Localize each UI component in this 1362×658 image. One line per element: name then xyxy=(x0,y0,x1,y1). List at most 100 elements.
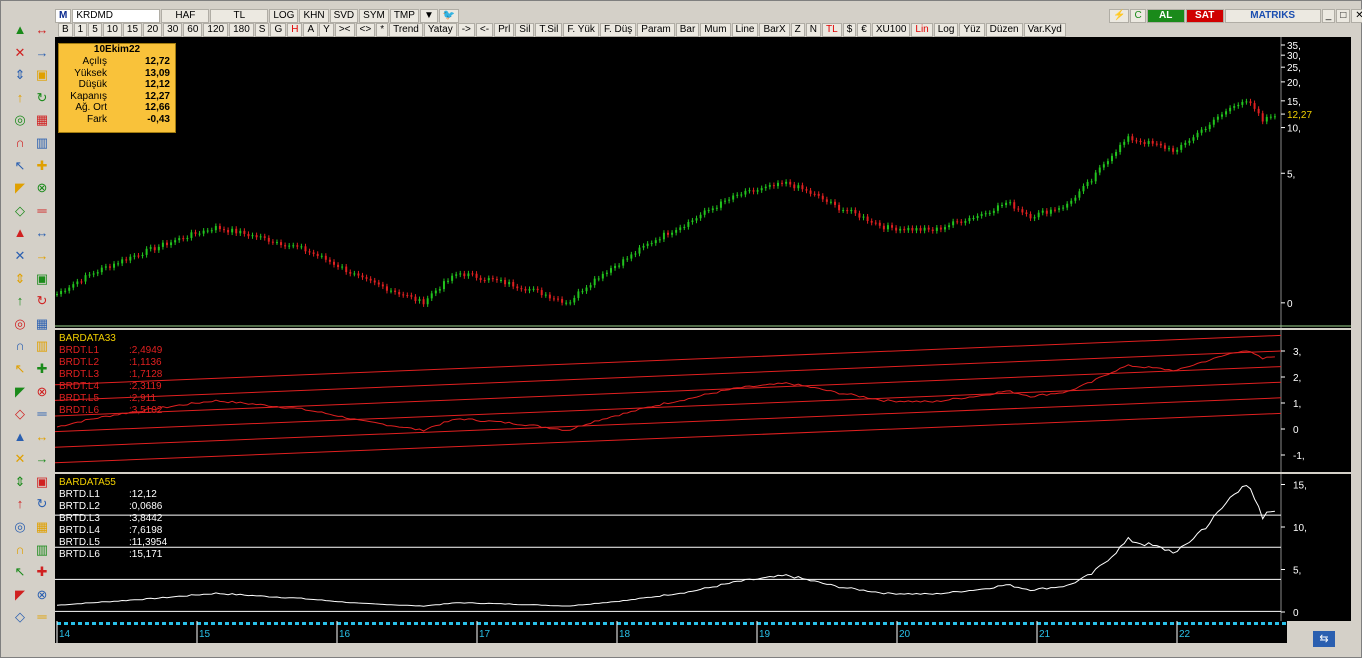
toolbar-button-15[interactable]: >< xyxy=(334,22,355,37)
tool-b-21-icon[interactable]: ↻ xyxy=(33,495,51,513)
toolbar-button-2[interactable]: 5 xyxy=(88,22,102,37)
toolbar-button-25[interactable]: F. Yük xyxy=(563,22,599,37)
twitter-icon[interactable]: 🐦 xyxy=(438,8,460,23)
toolbar-button-37[interactable]: XU100 xyxy=(871,22,911,37)
tool-a-4-icon[interactable]: ◎ xyxy=(11,111,29,129)
tool-a-19-icon[interactable]: ✕ xyxy=(11,450,29,468)
tool-b-16-icon[interactable]: ⊗ xyxy=(33,383,51,401)
tool-b-17-icon[interactable]: ═ xyxy=(33,405,51,423)
toolbar-button-16[interactable]: <> xyxy=(355,22,376,37)
toolbar-button-26[interactable]: F. Düş xyxy=(599,22,637,37)
tool-b-7-icon[interactable]: ⊗ xyxy=(33,179,51,197)
bardata55-panel[interactable]: 15, 10, 5, 0 xyxy=(55,474,1351,621)
toolbar-button-36[interactable]: € xyxy=(857,22,871,37)
toolbar-button-33[interactable]: N xyxy=(805,22,822,37)
tool-a-18-icon[interactable]: ▲ xyxy=(11,428,29,446)
tool-b-14-icon[interactable]: ▥ xyxy=(33,337,51,355)
tool-a-20-icon[interactable]: ⇕ xyxy=(11,473,29,491)
tool-a-16-icon[interactable]: ◤ xyxy=(11,383,29,401)
toolbar-button-14[interactable]: Y xyxy=(319,22,334,37)
tool-a-7-icon[interactable]: ◤ xyxy=(11,179,29,197)
dropdown-icon[interactable]: ▼ xyxy=(419,8,438,23)
toolbar-button-39[interactable]: Log xyxy=(933,22,959,37)
tool-b-13-icon[interactable]: ▦ xyxy=(33,315,51,333)
tool-b-4-icon[interactable]: ▦ xyxy=(33,111,51,129)
tool-a-9-icon[interactable]: ▲ xyxy=(11,224,29,242)
price-chart[interactable]: 35, 30, 25, 20, 15, 12,27 10, 5, 0 xyxy=(55,37,1351,328)
svd-button[interactable]: SVD xyxy=(329,8,359,23)
tool-a-5-icon[interactable]: ∩ xyxy=(11,134,29,152)
toolbar-button-18[interactable]: Trend xyxy=(389,22,423,37)
minimize-icon[interactable]: _ xyxy=(1321,9,1336,23)
toolbar-button-31[interactable]: BarX xyxy=(759,22,790,37)
toolbar-button-24[interactable]: T.Sil xyxy=(535,22,563,37)
symbol-field[interactable]: KRDMD xyxy=(72,8,161,23)
toolbar-button-17[interactable]: * xyxy=(376,22,389,37)
tool-b-8-icon[interactable]: ═ xyxy=(33,202,51,220)
toolbar-button-42[interactable]: Var.Kyd xyxy=(1023,22,1066,37)
tool-b-19-icon[interactable]: → xyxy=(33,450,51,468)
tool-a-22-icon[interactable]: ◎ xyxy=(11,518,29,536)
tool-a-25-icon[interactable]: ◤ xyxy=(11,586,29,604)
tool-b-26-icon[interactable]: ═ xyxy=(33,608,51,626)
toolbar-button-13[interactable]: A xyxy=(303,22,319,37)
tool-b-2-icon[interactable]: ▣ xyxy=(33,66,51,84)
tool-b-20-icon[interactable]: ▣ xyxy=(33,473,51,491)
sym-button[interactable]: SYM xyxy=(359,8,389,23)
toolbar-button-21[interactable]: <- xyxy=(475,22,494,37)
tool-a-11-icon[interactable]: ⇕ xyxy=(11,270,29,288)
toolbar-button-10[interactable]: S xyxy=(254,22,270,37)
tool-a-12-icon[interactable]: ↑ xyxy=(11,292,29,310)
tool-b-0-icon[interactable]: ↔ xyxy=(33,21,51,39)
period-button[interactable]: HAF xyxy=(161,8,210,23)
sell-button[interactable]: SAT xyxy=(1185,9,1224,23)
tool-b-12-icon[interactable]: ↻ xyxy=(33,292,51,310)
tool-a-13-icon[interactable]: ◎ xyxy=(11,315,29,333)
tool-b-9-icon[interactable]: ↔ xyxy=(33,224,51,242)
toolbar-button-22[interactable]: Prl xyxy=(494,22,515,37)
toolbar-button-12[interactable]: H xyxy=(287,22,303,37)
toolbar-button-1[interactable]: 1 xyxy=(73,22,88,37)
tool-a-1-icon[interactable]: ✕ xyxy=(11,44,29,62)
tool-b-10-icon[interactable]: → xyxy=(33,247,51,265)
tool-a-10-icon[interactable]: ✕ xyxy=(11,247,29,265)
khn-button[interactable]: KHN xyxy=(299,8,329,23)
lightning-icon[interactable]: ⚡ xyxy=(1109,9,1130,23)
toolbar-button-5[interactable]: 20 xyxy=(143,22,163,37)
toolbar-button-8[interactable]: 120 xyxy=(203,22,229,37)
maximize-icon[interactable]: □ xyxy=(1336,9,1351,23)
settings-icon[interactable]: ⇆ xyxy=(1313,631,1335,647)
tool-b-25-icon[interactable]: ⊗ xyxy=(33,586,51,604)
toolbar-button-20[interactable]: -> xyxy=(457,22,475,37)
toolbar-button-38[interactable]: Lin xyxy=(911,22,933,37)
toolbar-button-0[interactable]: B xyxy=(58,22,73,37)
toolbar-button-23[interactable]: Sil xyxy=(515,22,535,37)
toolbar-button-9[interactable]: 180 xyxy=(229,22,254,37)
tool-a-14-icon[interactable]: ∩ xyxy=(11,337,29,355)
toolbar-button-40[interactable]: Yüz xyxy=(959,22,985,37)
tool-b-18-icon[interactable]: ↔ xyxy=(33,428,51,446)
currency-button[interactable]: TL xyxy=(210,8,269,23)
toolbar-button-7[interactable]: 60 xyxy=(183,22,203,37)
bardata33-panel[interactable]: 3, 2, 1, 0 -1, xyxy=(54,330,1351,472)
tool-a-0-icon[interactable]: ▲ xyxy=(11,21,29,39)
toolbar-button-32[interactable]: Z xyxy=(790,22,805,37)
close-icon[interactable]: ✕ xyxy=(1351,9,1362,23)
refresh-icon[interactable]: C xyxy=(1130,9,1146,23)
tool-b-11-icon[interactable]: ▣ xyxy=(33,270,51,288)
tool-b-5-icon[interactable]: ▥ xyxy=(33,134,51,152)
tool-a-26-icon[interactable]: ◇ xyxy=(11,608,29,626)
time-axis[interactable]: 14 15 16 17 18 19 20 21 22 xyxy=(55,621,1287,643)
tool-a-21-icon[interactable]: ↑ xyxy=(11,495,29,513)
tool-b-15-icon[interactable]: ✚ xyxy=(33,360,51,378)
tool-a-24-icon[interactable]: ↖ xyxy=(11,563,29,581)
toolbar-button-30[interactable]: Line xyxy=(731,22,759,37)
toolbar-button-19[interactable]: Yatay xyxy=(423,22,457,37)
tool-b-3-icon[interactable]: ↻ xyxy=(33,89,51,107)
tool-b-6-icon[interactable]: ✚ xyxy=(33,157,51,175)
tool-a-3-icon[interactable]: ↑ xyxy=(11,89,29,107)
log-button[interactable]: LOG xyxy=(269,8,299,23)
tmp-button[interactable]: TMP xyxy=(389,8,419,23)
toolbar-button-28[interactable]: Bar xyxy=(675,22,700,37)
toolbar-button-27[interactable]: Param xyxy=(637,22,675,37)
